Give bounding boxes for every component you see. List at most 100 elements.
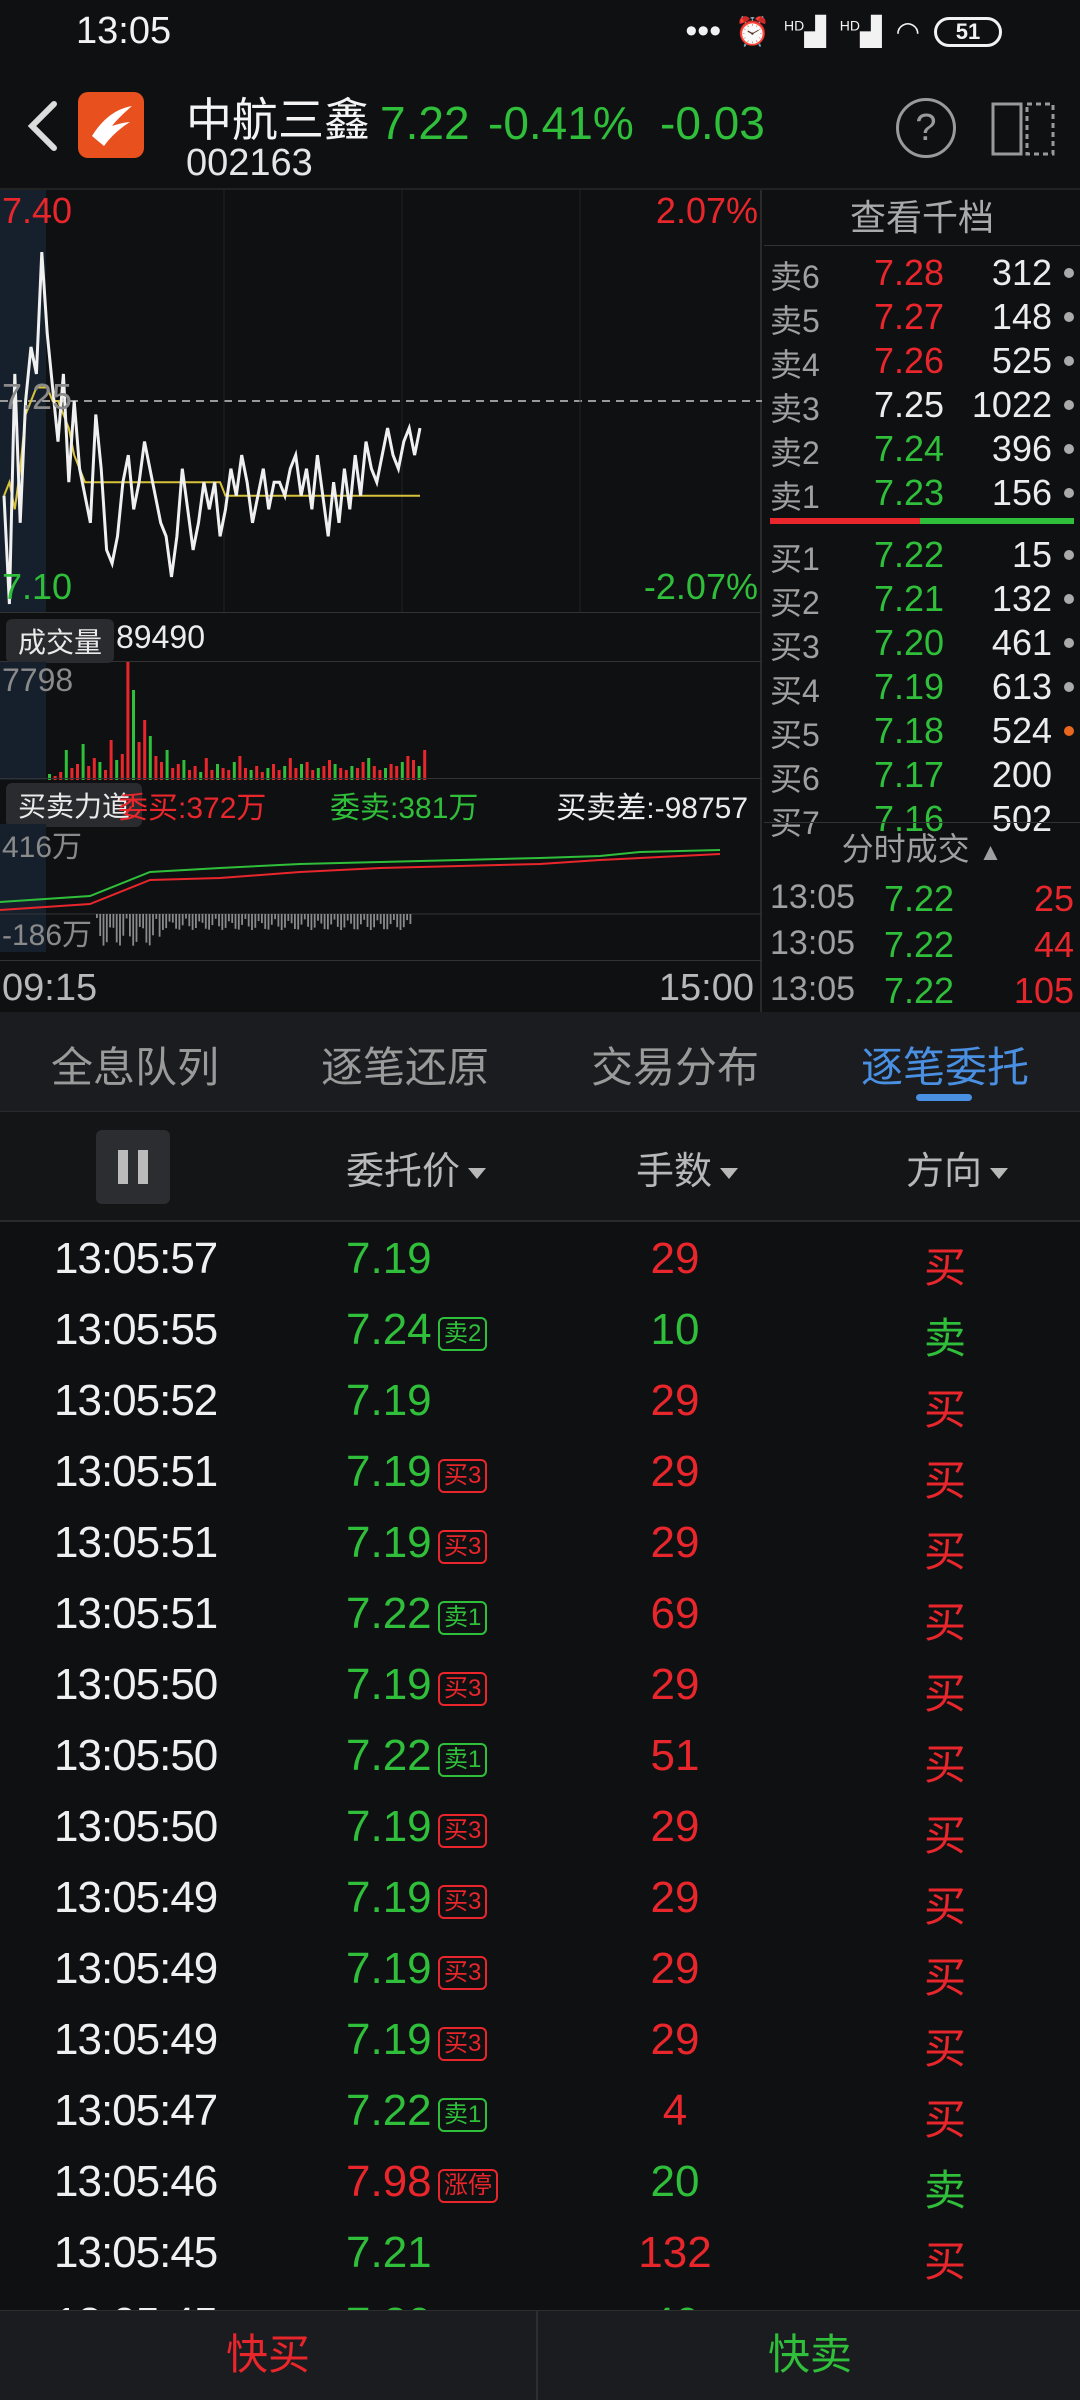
order-list[interactable]: 13:05:57 7.19 29 买 13:05:55 7.24 卖2 10 卖 13:05:52… (0, 1222, 1080, 2310)
order-qty: 69 (650, 1589, 700, 1638)
order-time: 13:05:51 (54, 1447, 218, 1496)
ask-level-4[interactable]: 卖3 7.25 1022 (764, 384, 1080, 428)
volume-bar (423, 750, 427, 780)
order-row[interactable]: 13:05:57 7.19 29 买 (0, 1224, 1080, 1295)
level-price: 7.27 (874, 296, 945, 337)
volume-bar (154, 756, 158, 780)
column-direction[interactable]: 方向 (906, 1140, 1009, 1195)
ask-level-6[interactable]: 卖1 7.23 156 (764, 472, 1080, 516)
help-icon[interactable]: ? (896, 98, 956, 158)
force-axis-top: 416万 (2, 831, 83, 864)
order-price: 7.21 (346, 2228, 432, 2277)
bid-level-2[interactable]: 买2 7.21 132 (764, 578, 1080, 622)
level-dot-icon (1064, 638, 1074, 648)
order-row[interactable]: 13:05:50 7.22 卖1 51 买 (0, 1721, 1080, 1792)
bid-level-5[interactable]: 买5 7.18 524 (764, 710, 1080, 754)
force-diff-bar (195, 914, 197, 928)
ask-force-line (0, 849, 721, 903)
order-row[interactable]: 13:05:49 7.19 买3 29 买 (0, 1863, 1080, 1934)
tab-order-by-order[interactable]: 逐笔委托 (810, 1034, 1080, 1095)
force-diff-bar (158, 914, 161, 937)
order-time: 13:05:50 (54, 1731, 218, 1780)
current-price: 7.22 (380, 97, 470, 149)
order-row[interactable]: 13:05:49 7.19 买3 29 买 (0, 1934, 1080, 2005)
force-diff-bar (307, 914, 309, 927)
order-level-tag: 买3 (438, 1885, 488, 1919)
order-row[interactable]: 13:05:51 7.22 卖1 69 买 (0, 1579, 1080, 1650)
tab-tick-restore[interactable]: 逐笔还原 (270, 1034, 540, 1095)
order-price: 7.98 (346, 2157, 432, 2206)
level-qty: 525 (991, 340, 1052, 381)
quick-sell-button[interactable]: 快卖 (540, 2311, 1080, 2400)
level-dot-icon (1064, 356, 1074, 366)
force-diff-bar (178, 914, 181, 930)
back-arrow-icon[interactable] (22, 98, 62, 154)
order-price: 7.19 (346, 1660, 432, 1709)
order-level-tag: 买3 (438, 1814, 488, 1848)
force-diff-bar (198, 914, 201, 922)
level-label: 卖3 (770, 391, 820, 427)
order-book[interactable]: 查看千档 卖6 7.28 312 卖5 7.27 148 卖4 7.26 525 卖3 7.25 10… (764, 190, 1080, 1012)
order-level-tag: 卖1 (438, 1601, 488, 1635)
order-direction: 买 (923, 2238, 966, 2285)
force-diff-bar (241, 914, 243, 925)
column-price[interactable]: 委托价 (346, 1140, 487, 1195)
force-diff-bar (261, 914, 263, 924)
force-diff-bar (327, 914, 329, 930)
order-direction: 买 (923, 2096, 966, 2143)
battery-level: 51 (955, 18, 981, 44)
force-diff-bar (257, 914, 260, 922)
order-row[interactable]: 13:05:45 7.21 132 买 (0, 2218, 1080, 2289)
view-depth-button[interactable]: 查看千档 (764, 190, 1080, 246)
order-direction: 买 (923, 1528, 966, 1575)
tick-time: 13:05 (770, 924, 856, 962)
order-row[interactable]: 13:05:50 7.19 买3 29 买 (0, 1650, 1080, 1721)
pause-button[interactable] (96, 1130, 170, 1204)
bid-level-1[interactable]: 买1 7.22 15 (764, 534, 1080, 578)
bid-level-3[interactable]: 买3 7.20 461 (764, 622, 1080, 666)
force-diff-bar (340, 914, 342, 930)
ask-level-1[interactable]: 卖6 7.28 312 (764, 252, 1080, 296)
column-qty[interactable]: 手数 (636, 1140, 739, 1195)
quick-buy-button[interactable]: 快买 (0, 2311, 538, 2400)
force-diff-bar (155, 914, 158, 919)
bid-level-6[interactable]: 买6 7.17 200 (764, 754, 1080, 798)
order-list-header: 委托价 手数 方向 (0, 1112, 1080, 1222)
order-row[interactable]: 13:05:51 7.19 买3 29 买 (0, 1437, 1080, 1508)
signal-icon-1: HD▟ (784, 16, 826, 47)
force-diff-bar (204, 914, 207, 929)
order-time: 13:05:46 (54, 2157, 218, 2206)
change-percent: -0.41% (488, 97, 634, 149)
order-row[interactable]: 13:05:51 7.19 买3 29 买 (0, 1508, 1080, 1579)
time-axis-start: 09:15 (2, 967, 98, 1009)
force-diff-bar (353, 914, 356, 930)
intraday-chart-area[interactable]: 7.40 2.07% 7.25 7.10 -2.07% 成交量 89490 77… (0, 190, 762, 1012)
tab-trade-distribution[interactable]: 交易分布 (540, 1034, 810, 1095)
ask-level-3[interactable]: 卖4 7.26 525 (764, 340, 1080, 384)
layout-switch-icon[interactable] (990, 98, 1056, 158)
order-row[interactable]: 13:05:47 7.22 卖1 4 买 (0, 2076, 1080, 2147)
order-direction: 卖 (880, 2299, 1010, 2310)
tick-trades-header[interactable]: 分时成交 ▲ (764, 822, 1080, 874)
order-price: 7.19 (346, 1234, 432, 1283)
force-diff-bar (208, 914, 210, 930)
stock-name: 中航三鑫 (186, 94, 370, 146)
order-row[interactable]: 13:05:52 7.19 29 买 (0, 1366, 1080, 1437)
ask-level-5[interactable]: 卖2 7.24 396 (764, 428, 1080, 472)
order-qty: 29 (650, 1518, 700, 1567)
order-row[interactable]: 13:05:49 7.19 买3 29 买 (0, 2005, 1080, 2076)
active-tab-indicator (916, 1094, 972, 1101)
order-row[interactable]: 13:05:45 7.20 40 卖 (0, 2289, 1080, 2310)
ask-level-2[interactable]: 卖5 7.27 148 (764, 296, 1080, 340)
force-diff-bar (171, 914, 174, 923)
order-row[interactable]: 13:05:55 7.24 卖2 10 卖 (0, 1295, 1080, 1366)
order-row[interactable]: 13:05:50 7.19 买3 29 买 (0, 1792, 1080, 1863)
bid-level-4[interactable]: 买4 7.19 613 (764, 666, 1080, 710)
price-chart-svg (0, 190, 762, 612)
tab-full-queue[interactable]: 全息队列 (0, 1034, 270, 1095)
order-row[interactable]: 13:05:46 7.98 涨停 20 卖 (0, 2147, 1080, 2218)
force-diff-bar (300, 914, 303, 925)
volume-label[interactable]: 成交量 (6, 619, 115, 663)
change-amount: -0.03 (660, 97, 765, 149)
price-chart[interactable]: 7.40 2.07% 7.25 7.10 -2.07% (0, 190, 762, 612)
